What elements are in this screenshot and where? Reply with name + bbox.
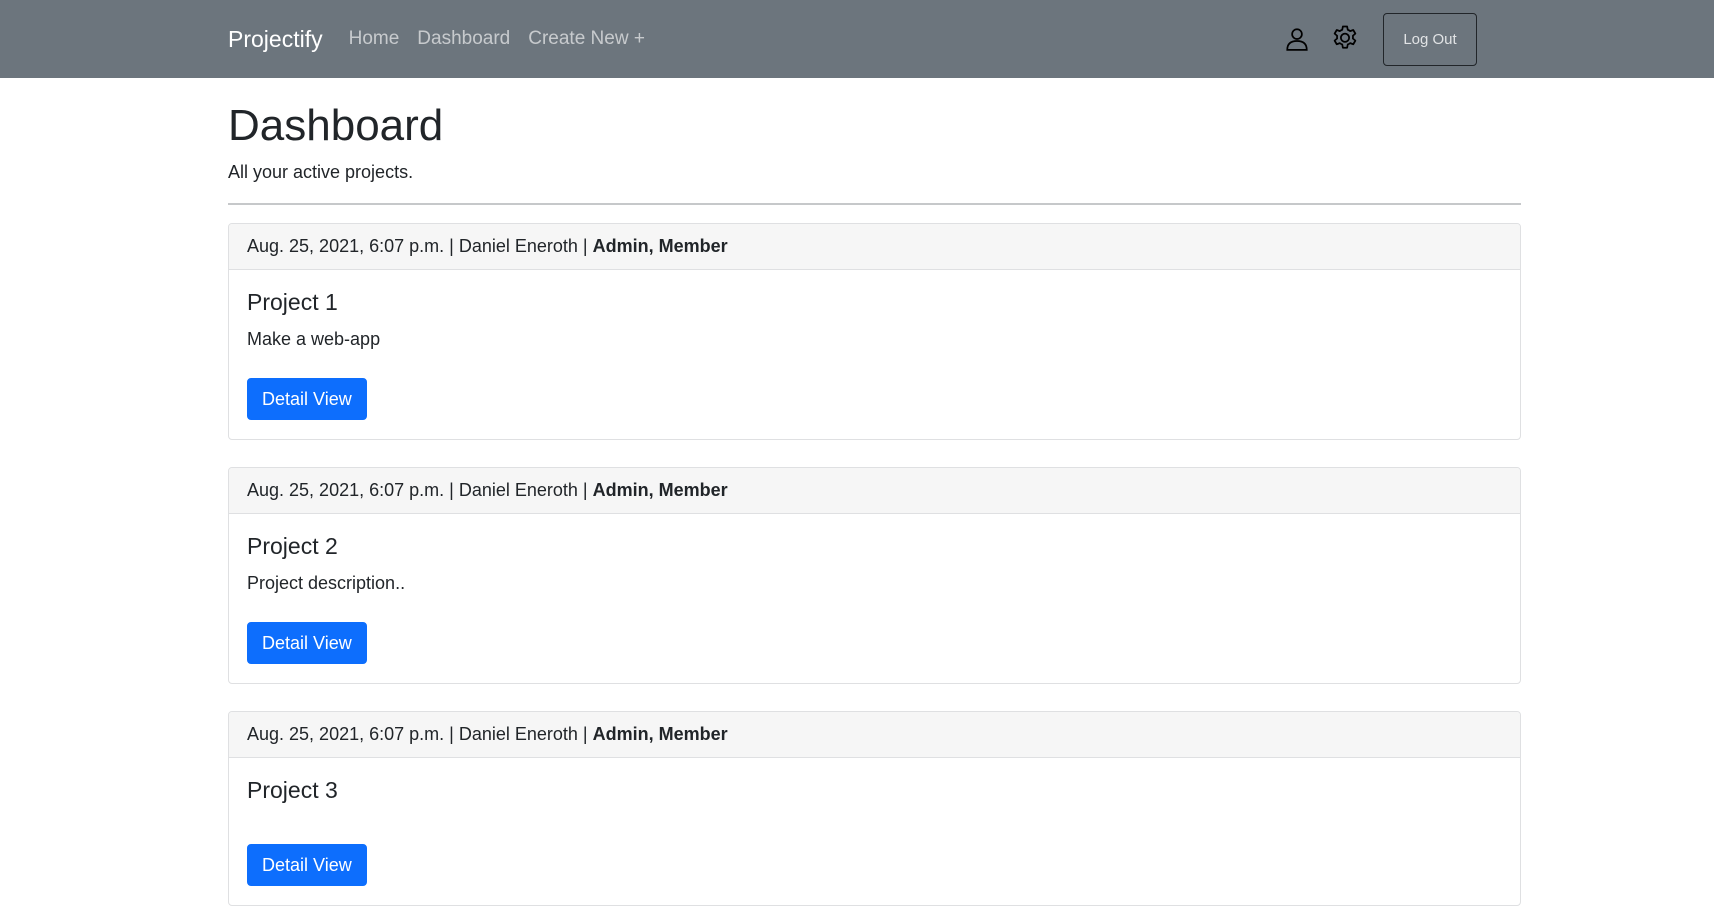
- project-card-body: Project 3 Detail View: [229, 758, 1520, 905]
- project-card-header: Aug. 25, 2021, 6:07 p.m. | Daniel Enerot…: [229, 224, 1520, 270]
- project-description: Project description..: [247, 573, 406, 593]
- project-card-header: Aug. 25, 2021, 6:07 p.m. | Daniel Enerot…: [229, 468, 1520, 514]
- project-card: Aug. 25, 2021, 6:07 p.m. | Daniel Enerot…: [228, 467, 1521, 684]
- detail-view-button[interactable]: Detail View: [247, 844, 367, 886]
- project-card-header: Aug. 25, 2021, 6:07 p.m. | Daniel Enerot…: [229, 712, 1520, 758]
- project-card: Aug. 25, 2021, 6:07 p.m. | Daniel Enerot…: [228, 223, 1521, 440]
- project-meta: Aug. 25, 2021, 6:07 p.m. | Daniel Enerot…: [247, 236, 593, 256]
- detail-view-button[interactable]: Detail View: [247, 378, 367, 420]
- main-content: Dashboard All your active projects. Aug.…: [228, 78, 1521, 906]
- project-description: Make a web-app: [247, 329, 381, 349]
- navbar: Projectify Home Dashboard Create New + L…: [0, 0, 1714, 78]
- nav-link-home[interactable]: Home: [349, 28, 400, 50]
- project-title: Project 1: [247, 289, 338, 315]
- project-title: Project 2: [247, 533, 338, 559]
- project-card-body: Project 2 Project description.. Detail V…: [229, 514, 1520, 683]
- project-roles: Admin, Member: [592, 724, 728, 744]
- project-card: Aug. 25, 2021, 6:07 p.m. | Daniel Enerot…: [228, 711, 1521, 906]
- detail-view-button[interactable]: Detail View: [247, 622, 367, 664]
- project-meta: Aug. 25, 2021, 6:07 p.m. | Daniel Enerot…: [247, 724, 593, 744]
- nav-link-dashboard[interactable]: Dashboard: [417, 28, 510, 50]
- gear-icon[interactable]: [1325, 19, 1365, 59]
- page-subtitle: All your active projects.: [228, 162, 414, 182]
- page-title: Dashboard: [228, 101, 444, 150]
- navbar-inner: Projectify Home Dashboard Create New + L…: [228, 0, 1486, 78]
- project-roles: Admin, Member: [592, 236, 728, 256]
- project-card-body: Project 1 Make a web-app Detail View: [229, 270, 1520, 439]
- project-roles: Admin, Member: [592, 480, 728, 500]
- logout-button[interactable]: Log Out: [1383, 12, 1477, 66]
- user-icon[interactable]: [1277, 19, 1317, 59]
- nav-link-create-new[interactable]: Create New +: [528, 28, 645, 50]
- divider: [228, 203, 1521, 205]
- project-meta: Aug. 25, 2021, 6:07 p.m. | Daniel Enerot…: [247, 480, 593, 500]
- brand-link[interactable]: Projectify: [228, 26, 323, 53]
- project-title: Project 3: [247, 777, 338, 803]
